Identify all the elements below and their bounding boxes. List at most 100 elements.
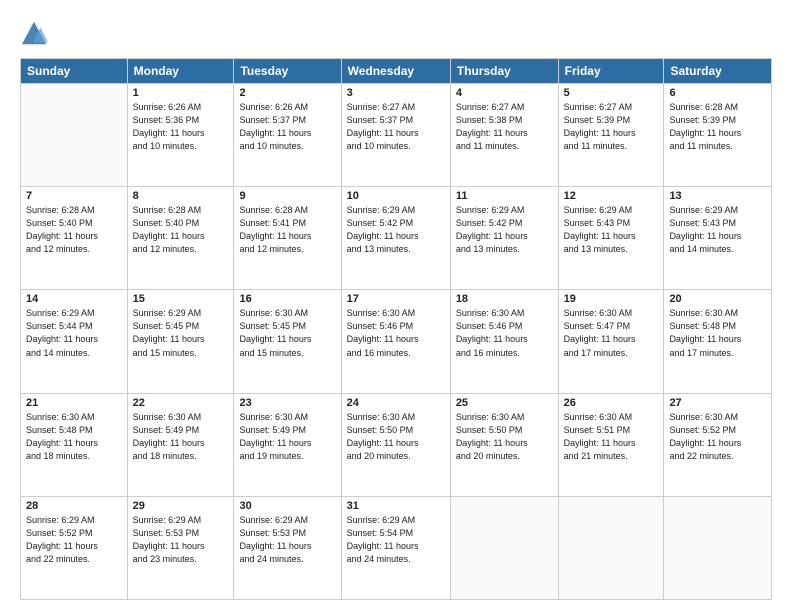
logo-icon bbox=[20, 20, 48, 48]
header-thursday: Thursday bbox=[450, 59, 558, 84]
day-number: 1 bbox=[133, 87, 229, 99]
day-cell: 14Sunrise: 6:29 AM Sunset: 5:44 PM Dayli… bbox=[21, 290, 128, 393]
day-number: 13 bbox=[669, 190, 766, 202]
day-number: 28 bbox=[26, 500, 122, 512]
week-row-2: 7 Sunrise: 6:28 AM Sunset: 5:40 PM Daylig… bbox=[21, 187, 772, 290]
day-info: Sunrise: 6:30 AM Sunset: 5:50 PM Dayligh… bbox=[347, 411, 445, 463]
day-info: Sunrise: 6:28 AM Sunset: 5:41 PM Dayligh… bbox=[239, 204, 335, 256]
day-info: Sunrise: 6:30 AM Sunset: 5:51 PM Dayligh… bbox=[564, 411, 659, 463]
day-info: Sunrise: 6:27 AM Sunset: 5:38 PM Dayligh… bbox=[456, 101, 553, 153]
day-number: 9 bbox=[239, 190, 335, 202]
day-cell: 3 Sunrise: 6:27 AM Sunset: 5:37 PM Daylig… bbox=[341, 84, 450, 187]
day-info: Sunrise: 6:30 AM Sunset: 5:48 PM Dayligh… bbox=[26, 411, 122, 463]
calendar-table: SundayMondayTuesdayWednesdayThursdayFrid… bbox=[20, 58, 772, 600]
day-info: Sunrise: 6:29 AM Sunset: 5:42 PM Dayligh… bbox=[347, 204, 445, 256]
day-cell: 1 Sunrise: 6:26 AM Sunset: 5:36 PM Daylig… bbox=[127, 84, 234, 187]
header-friday: Friday bbox=[558, 59, 664, 84]
day-info: Sunrise: 6:29 AM Sunset: 5:43 PM Dayligh… bbox=[669, 204, 766, 256]
day-cell: 31 Sunrise: 6:29 AM Sunset: 5:54 PM Dayli… bbox=[341, 496, 450, 599]
day-number: 7 bbox=[26, 190, 122, 202]
day-cell: 24 Sunrise: 6:30 AM Sunset: 5:50 PM Dayli… bbox=[341, 393, 450, 496]
day-number: 20 bbox=[669, 293, 766, 305]
header-wednesday: Wednesday bbox=[341, 59, 450, 84]
page: SundayMondayTuesdayWednesdayThursdayFrid… bbox=[0, 0, 792, 612]
logo bbox=[20, 20, 52, 48]
week-row-5: 28 Sunrise: 6:29 AM Sunset: 5:52 PM Dayli… bbox=[21, 496, 772, 599]
day-cell bbox=[664, 496, 772, 599]
day-number: 11 bbox=[456, 190, 553, 202]
day-info: Sunrise: 6:30 AM Sunset: 5:47 PM Dayligh… bbox=[564, 307, 659, 359]
day-number: 23 bbox=[239, 397, 335, 409]
day-info: Sunrise: 6:29 AM Sunset: 5:53 PM Dayligh… bbox=[239, 514, 335, 566]
header-monday: Monday bbox=[127, 59, 234, 84]
day-cell: 22Sunrise: 6:30 AM Sunset: 5:49 PM Dayli… bbox=[127, 393, 234, 496]
day-number: 21 bbox=[26, 397, 122, 409]
day-cell: 6 Sunrise: 6:28 AM Sunset: 5:39 PM Daylig… bbox=[664, 84, 772, 187]
day-number: 15 bbox=[133, 293, 229, 305]
day-cell: 26 Sunrise: 6:30 AM Sunset: 5:51 PM Dayli… bbox=[558, 393, 664, 496]
week-row-1: 1 Sunrise: 6:26 AM Sunset: 5:36 PM Daylig… bbox=[21, 84, 772, 187]
day-cell: 27Sunrise: 6:30 AM Sunset: 5:52 PM Dayli… bbox=[664, 393, 772, 496]
day-cell: 13 Sunrise: 6:29 AM Sunset: 5:43 PM Dayli… bbox=[664, 187, 772, 290]
day-cell: 29 Sunrise: 6:29 AM Sunset: 5:53 PM Dayli… bbox=[127, 496, 234, 599]
day-info: Sunrise: 6:29 AM Sunset: 5:43 PM Dayligh… bbox=[564, 204, 659, 256]
day-number: 3 bbox=[347, 87, 445, 99]
day-info: Sunrise: 6:30 AM Sunset: 5:49 PM Dayligh… bbox=[239, 411, 335, 463]
header-saturday: Saturday bbox=[664, 59, 772, 84]
week-row-3: 14Sunrise: 6:29 AM Sunset: 5:44 PM Dayli… bbox=[21, 290, 772, 393]
day-cell: 15 Sunrise: 6:29 AM Sunset: 5:45 PM Dayli… bbox=[127, 290, 234, 393]
day-info: Sunrise: 6:29 AM Sunset: 5:54 PM Dayligh… bbox=[347, 514, 445, 566]
day-number: 26 bbox=[564, 397, 659, 409]
day-info: Sunrise: 6:27 AM Sunset: 5:39 PM Dayligh… bbox=[564, 101, 659, 153]
day-cell: 2Sunrise: 6:26 AM Sunset: 5:37 PM Daylig… bbox=[234, 84, 341, 187]
day-info: Sunrise: 6:28 AM Sunset: 5:39 PM Dayligh… bbox=[669, 101, 766, 153]
day-info: Sunrise: 6:30 AM Sunset: 5:48 PM Dayligh… bbox=[669, 307, 766, 359]
day-info: Sunrise: 6:29 AM Sunset: 5:42 PM Dayligh… bbox=[456, 204, 553, 256]
day-number: 24 bbox=[347, 397, 445, 409]
day-info: Sunrise: 6:29 AM Sunset: 5:45 PM Dayligh… bbox=[133, 307, 229, 359]
day-info: Sunrise: 6:26 AM Sunset: 5:36 PM Dayligh… bbox=[133, 101, 229, 153]
header bbox=[20, 16, 772, 48]
calendar-header-row: SundayMondayTuesdayWednesdayThursdayFrid… bbox=[21, 59, 772, 84]
day-info: Sunrise: 6:30 AM Sunset: 5:49 PM Dayligh… bbox=[133, 411, 229, 463]
calendar-body: 1 Sunrise: 6:26 AM Sunset: 5:36 PM Daylig… bbox=[21, 84, 772, 600]
week-row-4: 21 Sunrise: 6:30 AM Sunset: 5:48 PM Dayli… bbox=[21, 393, 772, 496]
day-cell bbox=[450, 496, 558, 599]
day-cell: 28 Sunrise: 6:29 AM Sunset: 5:52 PM Dayli… bbox=[21, 496, 128, 599]
day-info: Sunrise: 6:27 AM Sunset: 5:37 PM Dayligh… bbox=[347, 101, 445, 153]
day-info: Sunrise: 6:29 AM Sunset: 5:53 PM Dayligh… bbox=[133, 514, 229, 566]
day-number: 29 bbox=[133, 500, 229, 512]
day-number: 16 bbox=[239, 293, 335, 305]
day-number: 18 bbox=[456, 293, 553, 305]
day-cell bbox=[21, 84, 128, 187]
day-cell: 16 Sunrise: 6:30 AM Sunset: 5:45 PM Dayli… bbox=[234, 290, 341, 393]
day-info: Sunrise: 6:28 AM Sunset: 5:40 PM Dayligh… bbox=[133, 204, 229, 256]
day-cell: 19Sunrise: 6:30 AM Sunset: 5:47 PM Dayli… bbox=[558, 290, 664, 393]
day-cell: 17Sunrise: 6:30 AM Sunset: 5:46 PM Dayli… bbox=[341, 290, 450, 393]
day-number: 6 bbox=[669, 87, 766, 99]
header-sunday: Sunday bbox=[21, 59, 128, 84]
day-info: Sunrise: 6:30 AM Sunset: 5:45 PM Dayligh… bbox=[239, 307, 335, 359]
day-cell: 21 Sunrise: 6:30 AM Sunset: 5:48 PM Dayli… bbox=[21, 393, 128, 496]
day-number: 17 bbox=[347, 293, 445, 305]
day-cell: 9 Sunrise: 6:28 AM Sunset: 5:41 PM Daylig… bbox=[234, 187, 341, 290]
day-number: 8 bbox=[133, 190, 229, 202]
day-number: 31 bbox=[347, 500, 445, 512]
day-cell: 12Sunrise: 6:29 AM Sunset: 5:43 PM Dayli… bbox=[558, 187, 664, 290]
day-cell: 8 Sunrise: 6:28 AM Sunset: 5:40 PM Daylig… bbox=[127, 187, 234, 290]
day-info: Sunrise: 6:26 AM Sunset: 5:37 PM Dayligh… bbox=[239, 101, 335, 153]
day-cell: 25Sunrise: 6:30 AM Sunset: 5:50 PM Dayli… bbox=[450, 393, 558, 496]
day-info: Sunrise: 6:29 AM Sunset: 5:44 PM Dayligh… bbox=[26, 307, 122, 359]
day-number: 5 bbox=[564, 87, 659, 99]
day-number: 30 bbox=[239, 500, 335, 512]
day-info: Sunrise: 6:30 AM Sunset: 5:46 PM Dayligh… bbox=[456, 307, 553, 359]
day-info: Sunrise: 6:28 AM Sunset: 5:40 PM Dayligh… bbox=[26, 204, 122, 256]
day-cell: 7 Sunrise: 6:28 AM Sunset: 5:40 PM Daylig… bbox=[21, 187, 128, 290]
day-cell bbox=[558, 496, 664, 599]
day-number: 10 bbox=[347, 190, 445, 202]
day-info: Sunrise: 6:29 AM Sunset: 5:52 PM Dayligh… bbox=[26, 514, 122, 566]
day-number: 4 bbox=[456, 87, 553, 99]
day-cell: 4 Sunrise: 6:27 AM Sunset: 5:38 PM Daylig… bbox=[450, 84, 558, 187]
day-cell: 23 Sunrise: 6:30 AM Sunset: 5:49 PM Dayli… bbox=[234, 393, 341, 496]
day-cell: 20 Sunrise: 6:30 AM Sunset: 5:48 PM Dayli… bbox=[664, 290, 772, 393]
